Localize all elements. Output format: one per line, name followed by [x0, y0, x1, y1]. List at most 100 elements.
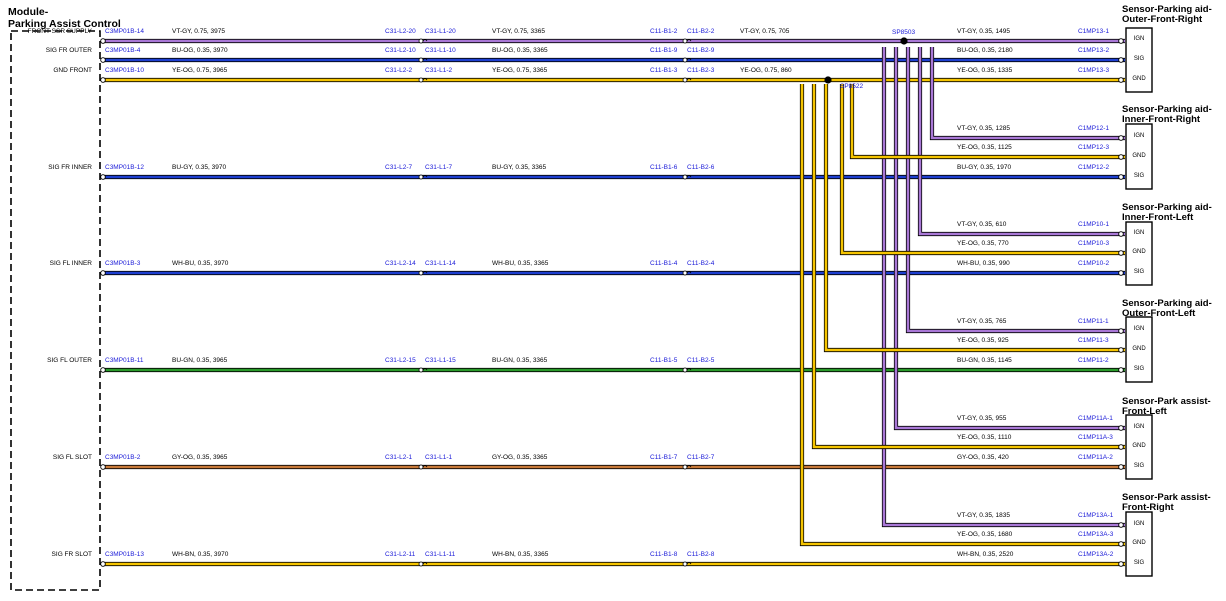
sensor-6-conn-1: C1MP13A-1 [1078, 512, 1114, 519]
inline-conn-c31-8-a [418, 561, 424, 567]
module-pin-4 [100, 174, 106, 180]
sensor-pin-row-4 [1118, 174, 1124, 180]
wire-spec-1-4: BU-GY, 0.35, 3970 [172, 164, 227, 171]
wiring-diagram [10, 27, 1153, 591]
sensor-pin-row-1 [1118, 38, 1124, 44]
sensor-1-wire-spec-1: VT-GY, 0.35, 1495 [957, 28, 1010, 35]
sensor-5-conn-2: C1MP11A-3 [1078, 434, 1113, 441]
ign-pin-3 [1118, 231, 1124, 237]
wire-spec-2-4: BU-GY, 0.35, 3365 [492, 164, 547, 171]
wire-spec-2-5: WH-BU, 0.35, 3365 [492, 260, 549, 267]
sensor-6-conn-3: C1MP13A-2 [1078, 551, 1114, 558]
conn-c31-l1-6: C31-L1-15 [425, 357, 456, 364]
conn-c31-l1-7: C31-L1-1 [425, 454, 453, 461]
sensor-title-6: Sensor-Park assist- Front-Right [1122, 493, 1211, 513]
inline-conn-c11-6-a [682, 367, 688, 373]
violet-feed-4-edge [905, 47, 1125, 334]
gnd-pin-4 [1118, 347, 1124, 353]
sensor-2-conn-2: C1MP12-3 [1078, 144, 1110, 151]
inline-conn-c31-6-a [418, 367, 424, 373]
conn-c31-l2-4: C31-L2-7 [385, 164, 413, 171]
inline-conn-c11-7-a [682, 464, 688, 470]
conn-c11-b2-7: C11-B2-7 [687, 454, 715, 461]
module-pin-5 [100, 270, 106, 276]
wire-spec-3-1: VT-GY, 0.75, 705 [740, 28, 790, 35]
conn-module-5: C3MP01B-3 [105, 260, 141, 267]
sensor-4-wire-spec-2: YE-OG, 0.35, 925 [957, 337, 1009, 344]
sensor-title-line2-5: Front-Left [1122, 406, 1167, 417]
wire-spec-1-5: WH-BU, 0.35, 3970 [172, 260, 229, 267]
inline-conn-c11-3-a [682, 77, 688, 83]
wire-spec-1-1: VT-GY, 0.75, 3975 [172, 28, 225, 35]
inline-conn-c11-4-a [682, 174, 688, 180]
conn-c11-b1-2: C11-B1-9 [650, 47, 678, 54]
sensor-2-wire-spec-3: BU-GY, 0.35, 1970 [957, 164, 1012, 171]
ign-pin-6 [1118, 522, 1124, 528]
signal-label-3: GND FRONT [53, 67, 92, 74]
sensor-3-wire-spec-1: VT-GY, 0.35, 610 [957, 221, 1007, 228]
sensor-title-line2-1: Outer-Front-Right [1122, 14, 1203, 25]
wire-spec-2-8: WH-BN, 0.35, 3365 [492, 551, 549, 558]
sensor-6-wire-spec-2: YE-OG, 0.35, 1680 [957, 531, 1013, 538]
conn-c11-b1-8: C11-B1-8 [650, 551, 678, 558]
module-pin-7 [100, 464, 106, 470]
sensor-title-2: Sensor-Parking aid- Inner-Front-Right [1122, 105, 1212, 125]
sensor-4-wire-spec-1: VT-GY, 0.35, 765 [957, 318, 1007, 325]
wire-spec-2-2: BU-OG, 0.35, 3365 [492, 47, 548, 54]
sensor-5-pin-gnd: GND [1132, 443, 1146, 449]
sensor-3-conn-1: C1MP10-1 [1078, 221, 1110, 228]
sensor-pin-row-8 [1118, 561, 1124, 567]
inline-conn-c11-1-a [682, 38, 688, 44]
inline-conn-c11-2-a [682, 57, 688, 63]
sensor-6-wire-spec-3: WH-BN, 0.35, 2520 [957, 551, 1014, 558]
conn-module-4: C3MP01B-12 [105, 164, 145, 171]
wire-spec-1-7: GY-OG, 0.35, 3965 [172, 454, 228, 461]
conn-c11-b1-1: C11-B1-2 [650, 28, 678, 35]
sensor-pin-row-7 [1118, 464, 1124, 470]
conn-c31-l2-6: C31-L2-15 [385, 357, 416, 364]
wire-spec-3-3: YE-OG, 0.75, 860 [740, 67, 792, 74]
sensor-4-wire-spec-3: BU-GN, 0.35, 1145 [957, 357, 1012, 364]
sensor-4-pin-ign: IGN [1133, 326, 1145, 332]
module-title: Module- Parking Assist Control [8, 6, 121, 30]
conn-c31-l2-8: C31-L2-11 [385, 551, 416, 558]
signal-label-8: SIG FR SLOT [51, 551, 92, 558]
inline-conn-c31-2-a [418, 57, 424, 63]
violet-feed-3 [918, 47, 1125, 236]
gnd-pin-2 [1118, 154, 1124, 160]
conn-c31-l1-5: C31-L1-14 [425, 260, 456, 267]
conn-c31-l1-8: C31-L1-11 [425, 551, 456, 558]
splice-sp8503 [900, 37, 908, 45]
sensor-pin-row-3 [1118, 77, 1124, 83]
sensor-5-wire-spec-2: YE-OG, 0.35, 1110 [957, 434, 1012, 441]
sensor-3-pin-gnd: GND [1132, 249, 1146, 255]
inline-conn-c31-3-a [418, 77, 424, 83]
sensor-6-conn-2: C1MP13A-3 [1078, 531, 1114, 538]
conn-c31-l1-3: C31-L1-2 [425, 67, 453, 74]
wire-spec-2-1: VT-GY, 0.75, 3365 [492, 28, 545, 35]
conn-c31-l1-1: C31-L1-20 [425, 28, 456, 35]
sensor-title-line2-4: Outer-Front-Left [1122, 308, 1196, 319]
signal-label-7: SIG FL SLOT [52, 454, 92, 461]
sensor-5-pin-ign: IGN [1133, 424, 1145, 430]
sensor-3-conn-3: C1MP10-2 [1078, 260, 1110, 267]
module-pin-1 [100, 38, 106, 44]
sensor-3-conn-2: C1MP10-3 [1078, 240, 1110, 247]
yellow-feed-4 [824, 84, 1125, 352]
sensor-5-pin-sig: SIG [1133, 463, 1145, 469]
sensor-2-wire-spec-1: VT-GY, 0.35, 1285 [957, 125, 1010, 132]
sensor-2-pin-ign: IGN [1133, 133, 1145, 139]
conn-module-6: C3MP01B-11 [105, 357, 144, 364]
sensor-5-conn-3: C1MP11A-2 [1078, 454, 1113, 461]
sensor-6-wire-spec-1: VT-GY, 0.35, 1835 [957, 512, 1010, 519]
sensor-title-line2-6: Front-Right [1122, 502, 1174, 513]
sensor-6-pin-sig: SIG [1133, 560, 1145, 566]
sensor-3-pin-ign: IGN [1133, 230, 1145, 236]
conn-c11-b2-1: C11-B2-2 [687, 28, 715, 35]
conn-module-7: C3MP01B-2 [105, 454, 141, 461]
sensor-4-pin-sig: SIG [1133, 366, 1145, 372]
sensor-5-wire-spec-1: VT-GY, 0.35, 955 [957, 415, 1007, 422]
conn-c31-l2-5: C31-L2-14 [385, 260, 416, 267]
module-box [10, 30, 101, 591]
sensor-2-pin-gnd: GND [1132, 153, 1146, 159]
